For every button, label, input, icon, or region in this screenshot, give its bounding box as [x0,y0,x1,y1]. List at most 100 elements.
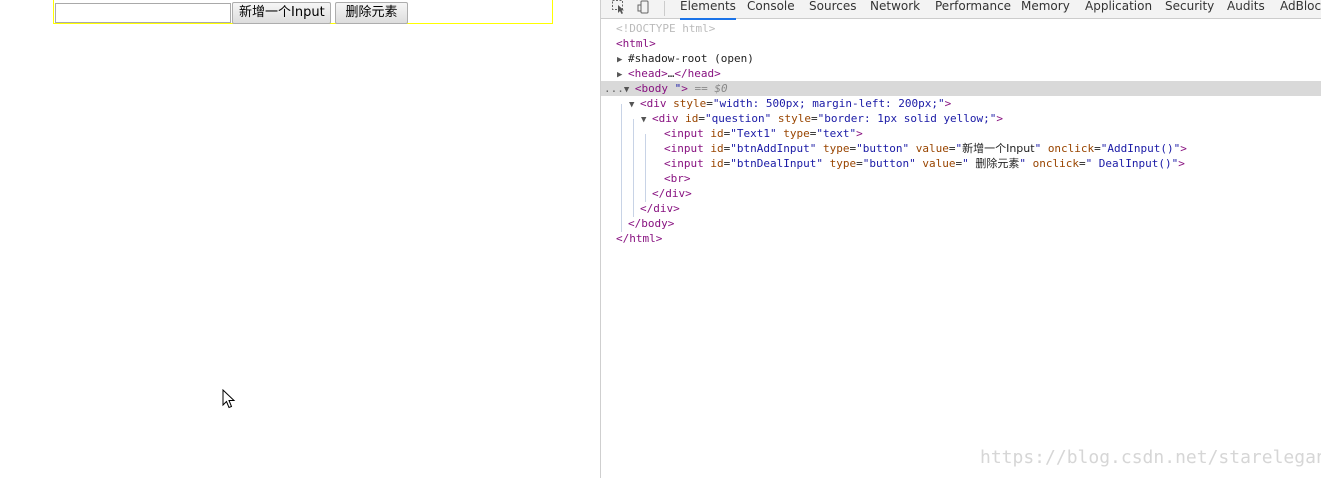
attr-name: id [710,142,724,155]
div-tag: <div [640,97,667,110]
tab-application[interactable]: Application [1085,0,1152,18]
attr-name: onclick [1047,142,1095,155]
input-tag: <input [664,127,704,140]
attr-name: value [922,157,956,170]
tab-adblock[interactable]: AdBlock [1280,0,1321,18]
attr-eq: = [810,112,818,125]
attr-value: "btnAddInput" [730,142,817,155]
attr-name: type [783,127,810,140]
attr-eq: = [1094,142,1101,155]
tag-gt: > [944,97,952,110]
tab-elements[interactable]: Elements [680,0,736,20]
input-tag: <input [664,157,704,170]
attr-eq: = [1078,157,1086,170]
collapse-triangle-icon[interactable]: ▼ [641,113,652,128]
tab-console[interactable]: Console [747,0,795,18]
attr-value: " DealInput()" [1085,157,1179,170]
dom-div-outer-line[interactable]: ▼ <div style="width: 500px; margin-left: … [629,96,951,111]
dom-head-line[interactable]: ▶ <head>…</head> [617,66,721,81]
devtools-panel: Elements Console Sources Network Perform… [600,0,1321,478]
tag-gt: > [856,127,863,140]
attr-name: type [822,142,850,155]
collapse-triangle-icon[interactable]: ▼ [629,98,640,113]
tab-sources[interactable]: Sources [809,0,856,18]
div-close-tag: </div> [640,202,680,215]
dom-div-close-line[interactable]: </div> [640,201,680,216]
attr-name: onclick [1032,157,1079,170]
dom-input-delete-line[interactable]: <input id="btnDealInput" type="button" v… [664,156,1185,171]
attr-value: "btnDealInput" [730,157,823,170]
dom-body-close-line[interactable]: </body> [628,216,674,231]
body-open-tag: <body [634,82,675,95]
attr-value-quote: " [1034,142,1042,155]
dom-input-text1-line[interactable]: <input id="Text1" type="text"> [664,126,863,141]
attr-value: "question" [705,112,772,125]
attr-value-quote: " [1019,157,1026,170]
attr-eq: = [706,97,713,110]
attr-name: style [777,112,811,125]
selection-dots[interactable]: ... [604,82,624,95]
attr-name: id [710,127,724,140]
shadow-root-label: #shadow-root (open) [628,52,754,65]
attr-value: "button" [862,157,916,170]
attr-name: type [829,157,857,170]
dom-shadow-root-line[interactable]: ▶ #shadow-root (open) [617,51,754,66]
attr-eq: = [856,157,863,170]
tab-network[interactable]: Network [870,0,920,18]
dom-body-line-selected[interactable]: ...▼ <body "> == $0 [601,81,1321,96]
mouse-cursor-icon [222,389,236,409]
dom-input-add-line[interactable]: <input id="btnAddInput" type="button" va… [664,141,1187,156]
attr-value: "button" [856,142,910,155]
html-open-tag: <html> [616,37,656,50]
tab-audits[interactable]: Audits [1227,0,1265,18]
div-tag: <div [652,112,679,125]
dom-html-close-line[interactable]: </html> [616,231,662,246]
attr-value: "border: 1px solid yellow;" [817,112,997,125]
body-close-tag: </body> [628,217,675,230]
attr-value-text: 删除元素 [975,157,1020,170]
indent-guide [645,134,646,202]
attr-value-text: 新增一个Input [962,142,1035,155]
dom-doctype-line[interactable]: <!DOCTYPE html> [616,21,715,36]
dom-html-line[interactable]: <html> [616,36,656,51]
page-viewport: 新增一个Input 删除元素 [0,0,600,478]
tab-security[interactable]: Security [1165,0,1214,18]
tab-performance[interactable]: Performance [935,0,1011,18]
attr-name: id [710,157,724,170]
tag-gt: > [996,112,1004,125]
tab-memory[interactable]: Memory [1021,0,1070,18]
add-input-button[interactable]: 新增一个Input [232,2,331,24]
dom-div-question-line[interactable]: ▼ <div id="question" style="border: 1px s… [641,111,1003,126]
br-tag: <br> [664,172,691,185]
div-close-tag: </div> [652,187,692,200]
selected-node-ref: == $0 [687,82,728,95]
watermark: https://blog.csdn.net/starelegant [980,447,1321,468]
tag-gt: > [1178,157,1185,170]
dom-div-close-line[interactable]: </div> [652,186,692,201]
device-toolbar-icon[interactable] [637,0,651,14]
input-tag: <input [664,142,704,155]
attr-eq: = [698,112,705,125]
attr-name: style [673,97,707,110]
text1-input[interactable] [55,3,231,23]
attr-value: "Text1" [730,127,777,140]
head-open-tag: <head> [628,67,668,80]
tag-gt: > [1180,142,1187,155]
attr-value: "AddInput()" [1100,142,1181,155]
question-container: 新增一个Input 删除元素 [53,0,553,24]
inspect-element-icon[interactable] [611,0,627,14]
attr-name: id [685,112,699,125]
attr-value: "text" [816,127,857,140]
dom-br-line[interactable]: <br> [664,171,691,186]
delete-element-button[interactable]: 删除元素 [335,2,408,24]
body-gt: > [681,82,688,95]
toolbar-separator [664,1,665,16]
html-close-tag: </html> [616,232,663,245]
attr-name: value [915,142,949,155]
head-close-tag: </head> [674,67,721,80]
attr-value: "width: 500px; margin-left: 200px;" [712,97,945,110]
attr-value-quote: " [962,157,976,170]
doctype: <!DOCTYPE html> [616,22,716,35]
devtools-toolbar: Elements Console Sources Network Perform… [601,0,1321,20]
indent-guide [633,119,634,217]
